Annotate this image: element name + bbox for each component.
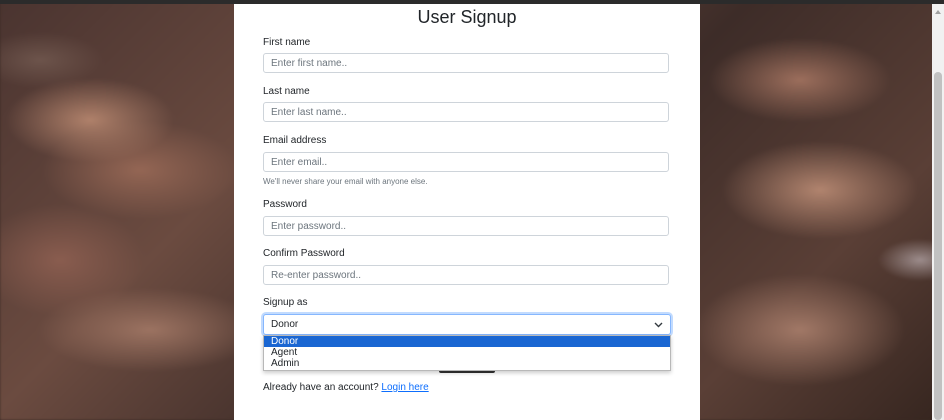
password-input[interactable] bbox=[263, 216, 669, 236]
signup-card: User Signup First name Last name Email a… bbox=[234, 4, 700, 420]
email-label: Email address bbox=[263, 135, 327, 146]
password-label: Password bbox=[263, 199, 307, 210]
confirm-password-input[interactable] bbox=[263, 265, 669, 285]
email-input[interactable] bbox=[263, 152, 669, 172]
signup-button[interactable] bbox=[439, 371, 495, 373]
first-name-label: First name bbox=[263, 37, 311, 48]
confirm-password-label: Confirm Password bbox=[263, 248, 345, 259]
signup-as-dropdown: Donor Agent Admin bbox=[263, 335, 671, 371]
option-admin[interactable]: Admin bbox=[264, 358, 670, 369]
first-name-input[interactable] bbox=[263, 53, 669, 73]
login-prompt-text: Already have an account? bbox=[263, 382, 379, 393]
login-prompt: Already have an account? Login here bbox=[263, 382, 429, 393]
email-help-text: We'll never share your email with anyone… bbox=[263, 177, 428, 186]
option-agent[interactable]: Agent bbox=[264, 347, 670, 358]
page-scrollbar[interactable] bbox=[932, 4, 944, 420]
page-title: User Signup bbox=[417, 7, 517, 27]
last-name-label: Last name bbox=[263, 86, 310, 97]
chevron-down-icon bbox=[653, 320, 663, 330]
signup-as-selected-value: Donor bbox=[271, 319, 299, 330]
signup-as-select[interactable]: Donor bbox=[263, 314, 671, 335]
login-link[interactable]: Login here bbox=[381, 382, 428, 393]
scroll-up-icon[interactable] bbox=[935, 10, 941, 14]
option-donor[interactable]: Donor bbox=[264, 336, 670, 347]
signup-as-label: Signup as bbox=[263, 297, 308, 308]
last-name-input[interactable] bbox=[263, 102, 669, 122]
scrollbar-thumb[interactable] bbox=[934, 72, 942, 420]
